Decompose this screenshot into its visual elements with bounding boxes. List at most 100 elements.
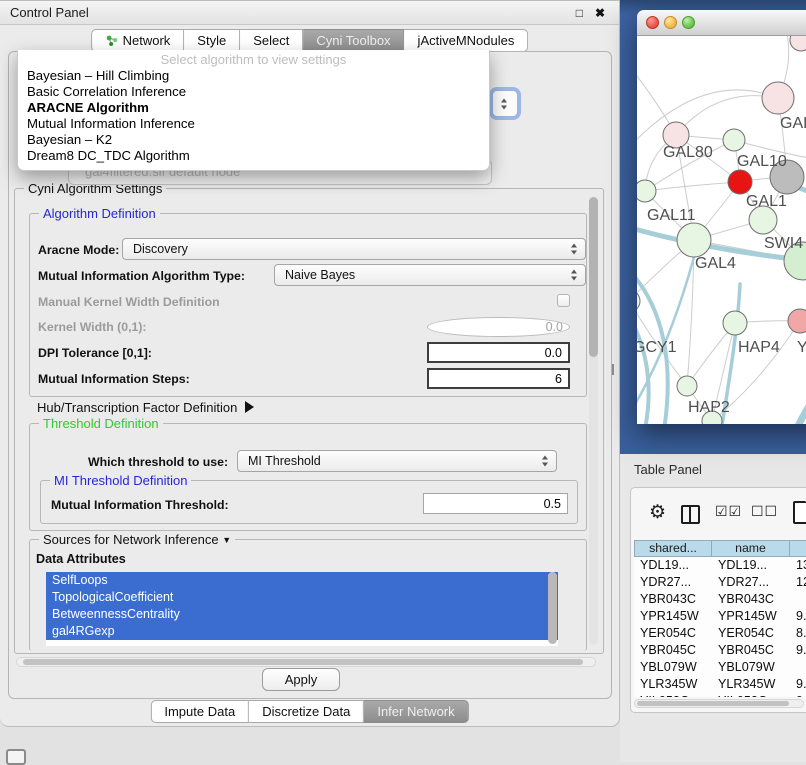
dropdown-item-mutual-information-inference[interactable]: Mutual Information Inference (18, 116, 489, 132)
dropdown-item-bayesian-hill-climbing[interactable]: Bayesian – Hill Climbing (18, 68, 489, 84)
network-node[interactable] (762, 82, 794, 114)
mi-threshold-definition-group: MI Threshold Definition Mutual Informati… (40, 480, 578, 524)
node-label-gcy1: GCY1 (637, 339, 677, 356)
columns-icon[interactable] (681, 505, 700, 524)
network-edge[interactable] (637, 294, 649, 424)
network-edge[interactable] (645, 182, 740, 191)
attribute-item-topologicalcoefficient[interactable]: TopologicalCoefficient (46, 589, 558, 606)
column-header-a[interactable]: A (790, 540, 806, 557)
inference-algorithm-combo-cap[interactable] (492, 90, 518, 117)
mi-threshold-label: Mutual Information Threshold: (51, 498, 229, 512)
table-row[interactable]: YDR27...YDR27...12 (634, 574, 806, 591)
tab-label: Discretize Data (262, 704, 350, 719)
network-node[interactable] (637, 290, 640, 312)
aracne-mode-combobox[interactable]: Discovery (122, 238, 586, 260)
dpi-tolerance-input[interactable] (427, 342, 570, 363)
table-cell: 8. (790, 625, 806, 642)
network-edge[interactable] (791, 354, 806, 424)
column-header-name[interactable]: name (712, 540, 790, 557)
network-node[interactable] (723, 311, 747, 335)
algorithm-dropdown-popup: Select algorithm to view settings Bayesi… (17, 50, 490, 171)
tab-select[interactable]: Select (240, 29, 303, 52)
which-threshold-combobox[interactable]: MI Threshold (237, 450, 557, 472)
table-row[interactable]: YIL052CYIL052C9. (634, 693, 806, 697)
collapse-arrow-icon[interactable]: ▼ (222, 535, 231, 545)
tab-label: Style (197, 33, 226, 48)
minimized-panel-icon[interactable] (6, 749, 26, 765)
node-label-y: Y (797, 339, 806, 356)
tab-jactivemnodules[interactable]: jActiveMNodules (405, 29, 529, 52)
select-all-columns-icon[interactable]: ☑☑ (715, 503, 742, 520)
dropdown-item-basic-correlation-inference[interactable]: Basic Correlation Inference (18, 84, 489, 100)
expand-arrow-icon (245, 401, 254, 413)
table-hscroll-thumb[interactable] (637, 701, 789, 706)
table-body: YDL19...YDL19...13YDR27...YDR27...12YBR0… (634, 557, 806, 697)
network-node[interactable] (728, 170, 752, 194)
table-cell: 9. (790, 676, 806, 693)
tab-network[interactable]: Network (91, 29, 185, 52)
settings-vertical-scrollbar[interactable] (589, 197, 598, 645)
threshold-definition-title: Threshold Definition (39, 416, 163, 431)
tab-label: jActiveMNodules (418, 33, 515, 48)
table-panel-title: Table Panel (634, 462, 702, 477)
float-panel-icon[interactable]: □ (576, 5, 583, 21)
zoom-window-icon[interactable] (682, 16, 695, 29)
splitter-grip[interactable] (612, 364, 618, 375)
table-row[interactable]: YBR043CYBR043C (634, 591, 806, 608)
table-row[interactable]: YER054CYER054C8. (634, 625, 806, 642)
apply-button[interactable]: Apply (262, 668, 340, 691)
dropdown-item-aracne-algorithm[interactable]: ARACNE Algorithm (18, 100, 489, 116)
close-panel-icon[interactable]: ✖ (595, 5, 605, 21)
attribute-item-betweennesscentrality[interactable]: BetweennessCentrality (46, 606, 558, 623)
manual-kernel-checkbox[interactable] (557, 294, 570, 307)
table-row[interactable]: YDL19...YDL19...13 (634, 557, 806, 574)
mi-threshold-input[interactable] (423, 493, 568, 514)
network-node[interactable] (723, 129, 745, 151)
table-horizontal-scrollbar[interactable] (634, 699, 804, 708)
new-table-icon[interactable] (793, 501, 806, 524)
attributes-scrollbar[interactable] (548, 572, 557, 644)
tab-discretize-data[interactable]: Discretize Data (249, 700, 364, 723)
table-cell: YBR045C (634, 642, 712, 659)
table-cell: 12 (790, 574, 806, 591)
close-window-icon[interactable] (646, 16, 659, 29)
hub-tf-definition-toggle[interactable]: Hub/Transcription Factor Definition (37, 400, 254, 415)
network-node[interactable] (677, 376, 697, 396)
gear-icon[interactable]: ⚙ (649, 502, 666, 524)
tab-impute-data[interactable]: Impute Data (150, 700, 249, 723)
mi-steps-input[interactable] (427, 368, 570, 389)
network-icon (105, 34, 118, 47)
settings-vscroll-thumb[interactable] (589, 197, 598, 357)
manual-kernel-label: Manual Kernel Width Definition (38, 295, 220, 309)
network-node[interactable] (677, 223, 711, 257)
table-row[interactable]: YBL079WYBL079W (634, 659, 806, 676)
network-window-titlebar[interactable] (637, 10, 806, 36)
attribute-item-selfloops[interactable]: SelfLoops (46, 572, 558, 589)
deselect-all-columns-icon[interactable]: ☐☐ (751, 503, 778, 520)
network-node[interactable] (790, 36, 806, 51)
table-row[interactable]: YBR045CYBR045C9. (634, 642, 806, 659)
node-label-hap2: HAP2 (688, 399, 730, 416)
attribute-item-gal4rgexp[interactable]: gal4RGexp (46, 623, 558, 640)
table-row[interactable]: YLR345WYLR345W9. (634, 676, 806, 693)
tab-cyni-toolbox[interactable]: Cyni Toolbox (303, 29, 404, 52)
dropdown-item-bayesian-k2[interactable]: Bayesian – K2 (18, 132, 489, 148)
kernel-width-input[interactable] (427, 317, 570, 337)
tab-label: Cyni Toolbox (316, 33, 390, 48)
network-node[interactable] (749, 206, 777, 234)
settings-horizontal-scrollbar[interactable] (16, 657, 596, 667)
settings-hscroll-thumb[interactable] (23, 659, 583, 665)
network-canvas[interactable]: GAL80GAL10GALGAL1GAL11SWI4GAL4GCY1HAP4YH… (637, 36, 806, 424)
network-node[interactable] (637, 180, 656, 202)
attributes-scroll-thumb[interactable] (548, 572, 557, 644)
minimize-window-icon[interactable] (664, 16, 677, 29)
mi-algorithm-type-combobox[interactable]: Naive Bayes (274, 264, 586, 286)
combo-stepper-icon (571, 244, 578, 255)
table-row[interactable]: YPR145WYPR145W9. (634, 608, 806, 625)
column-header-shared[interactable]: shared... (634, 540, 712, 557)
dropdown-item-dream8-dc-tdc-algorithm[interactable]: Dream8 DC_TDC Algorithm (18, 148, 489, 164)
tab-style[interactable]: Style (184, 29, 240, 52)
node-label-gal1: GAL1 (746, 193, 787, 210)
tab-infer-network[interactable]: Infer Network (364, 700, 468, 723)
network-node[interactable] (788, 309, 806, 333)
